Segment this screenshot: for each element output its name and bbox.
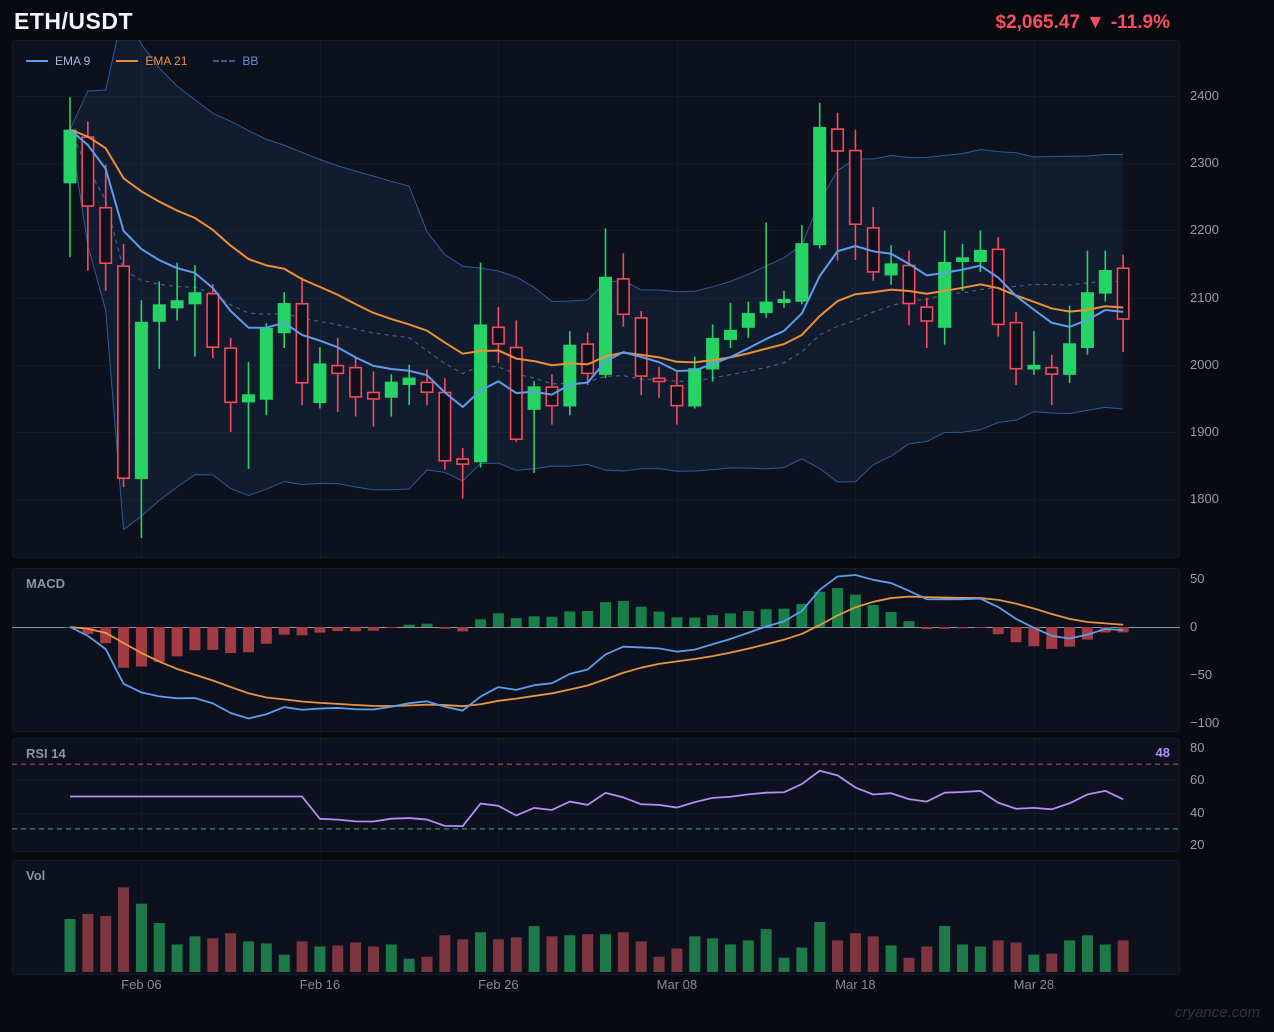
- macd-axis-tick: −50: [1190, 667, 1212, 682]
- bb-dashed-swatch: [213, 60, 235, 62]
- price-panel: EMA 9 EMA 21 BB: [12, 40, 1180, 558]
- macd-axis-tick: −100: [1190, 715, 1219, 730]
- rsi-panel-label: RSI 14: [26, 746, 66, 761]
- watermark: cryance.com: [1175, 1004, 1260, 1021]
- rsi-axis-tick: 20: [1190, 837, 1204, 852]
- symbol-title: ETH/USDT: [14, 8, 133, 35]
- legend-item-bb[interactable]: BB: [213, 54, 258, 68]
- legend-label: EMA 21: [145, 54, 187, 68]
- rsi-axis-tick: 60: [1190, 772, 1204, 787]
- date-axis-tick: Feb 06: [121, 977, 161, 992]
- last-price: $2,065.47: [996, 12, 1081, 33]
- trading-chart-app: ETH/USDT $2,065.47▼ -11.9% EMA 9 EMA 21 B…: [0, 0, 1274, 1032]
- price-axis-tick: 1900: [1190, 424, 1219, 439]
- macd-axis-tick: 0: [1190, 619, 1197, 634]
- ema9-line-swatch: [26, 60, 48, 62]
- legend-label: BB: [242, 54, 258, 68]
- legend-item-ema9[interactable]: EMA 9: [26, 54, 90, 68]
- price-axis-tick: 2100: [1190, 290, 1219, 305]
- price-axis-tick: 2300: [1190, 155, 1219, 170]
- rsi-chart-canvas[interactable]: [12, 738, 1180, 852]
- legend-item-ema21[interactable]: EMA 21: [116, 54, 187, 68]
- date-axis-tick: Feb 26: [478, 977, 518, 992]
- macd-panel-label: MACD: [26, 576, 65, 591]
- volume-panel-label: Vol: [26, 868, 45, 883]
- down-arrow-icon: ▼: [1086, 12, 1105, 33]
- price-axis-tick: 1800: [1190, 491, 1219, 506]
- price-axis-tick: 2400: [1190, 88, 1219, 103]
- chart-legend: EMA 9 EMA 21 BB: [26, 54, 272, 68]
- price-axis-tick: 2000: [1190, 357, 1219, 372]
- price-ticker: $2,065.47▼ -11.9%: [990, 12, 1171, 34]
- price-change-percent: -11.9%: [1111, 12, 1170, 33]
- volume-chart-canvas[interactable]: [12, 860, 1180, 975]
- volume-panel: Vol: [12, 860, 1180, 975]
- legend-label: EMA 9: [55, 54, 90, 68]
- rsi-axis-tick: 40: [1190, 805, 1204, 820]
- rsi-axis-tick: 80: [1190, 740, 1204, 755]
- price-axis-tick: 2200: [1190, 222, 1219, 237]
- rsi-current-value: 48: [1156, 745, 1170, 760]
- ema21-line-swatch: [116, 60, 138, 62]
- date-axis-tick: Mar 08: [657, 977, 697, 992]
- rsi-panel: RSI 14 48: [12, 738, 1180, 852]
- macd-chart-canvas[interactable]: [12, 568, 1180, 732]
- macd-panel: MACD: [12, 568, 1180, 732]
- date-axis-tick: Mar 28: [1014, 977, 1054, 992]
- date-axis-tick: Feb 16: [300, 977, 340, 992]
- macd-axis-tick: 50: [1190, 571, 1204, 586]
- price-chart-canvas[interactable]: [12, 40, 1180, 558]
- date-axis-tick: Mar 18: [835, 977, 875, 992]
